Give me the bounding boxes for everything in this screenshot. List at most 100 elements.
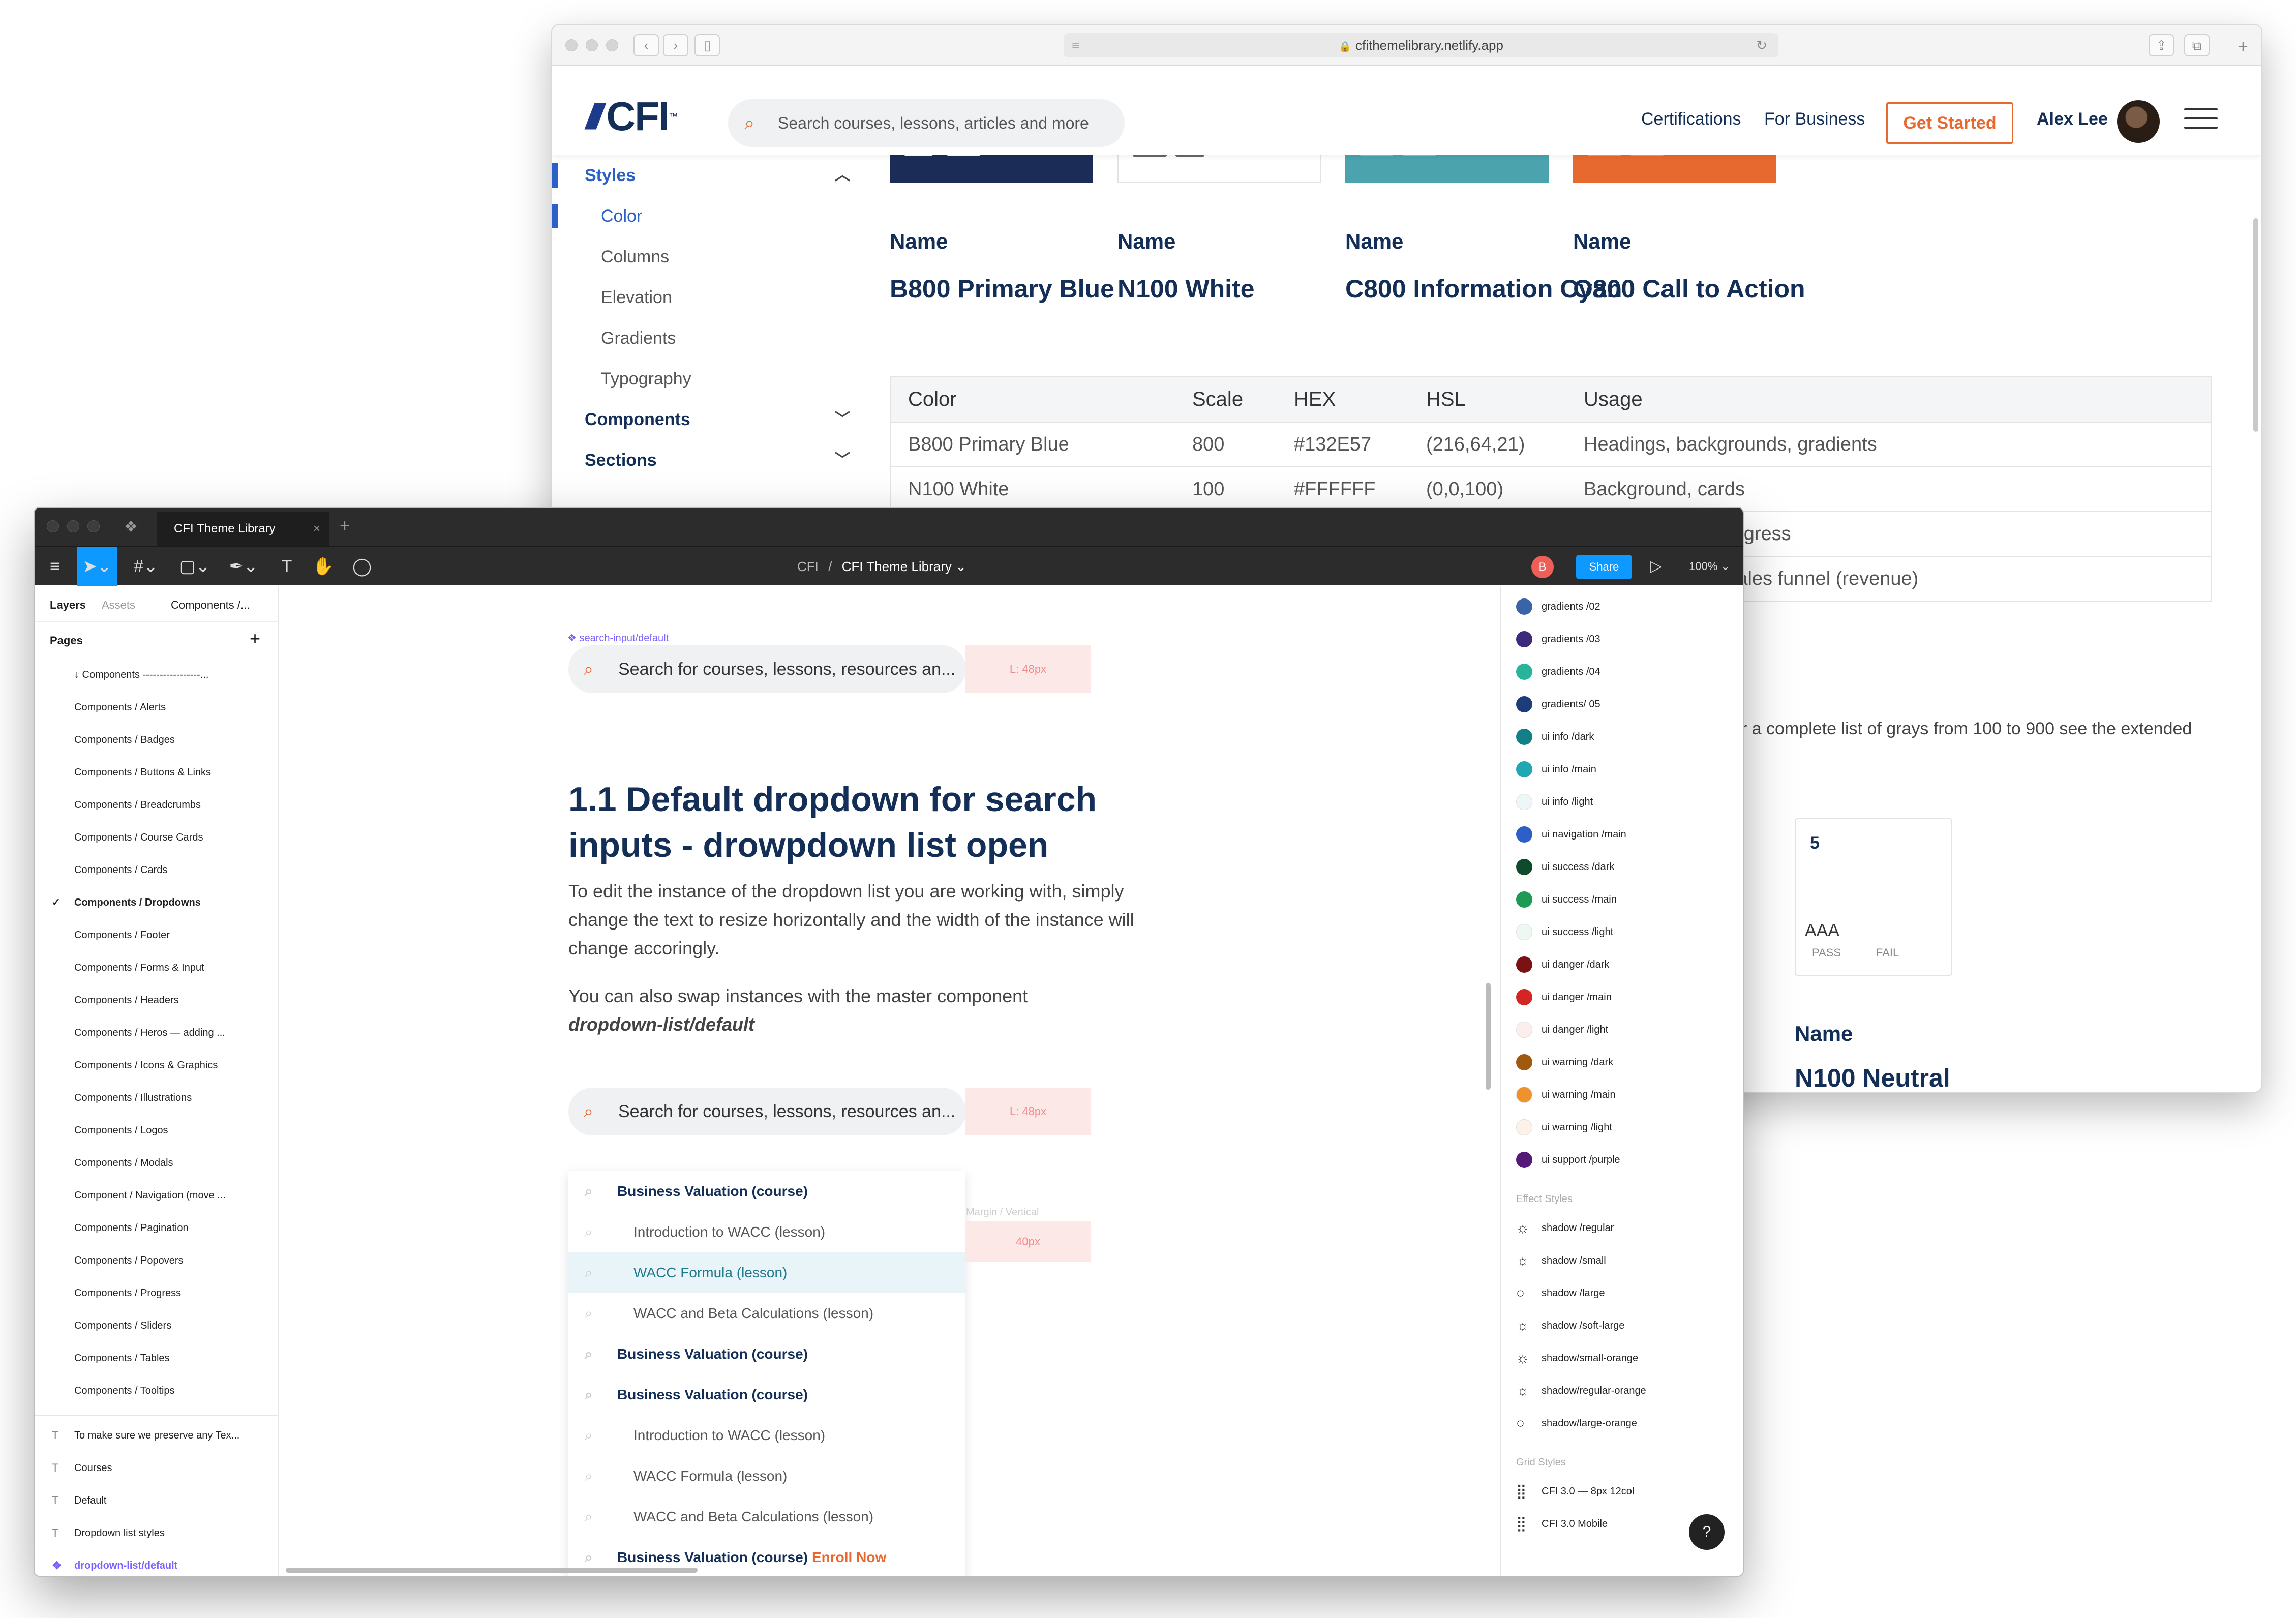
zoom-level-dropdown[interactable]: 100% ⌄ [1689, 547, 1730, 586]
close-window-button[interactable] [47, 520, 59, 532]
enroll-now-link[interactable]: Enroll Now [812, 1549, 886, 1565]
dropdown-item[interactable]: ⌕ WACC Formula (lesson) [568, 1252, 965, 1293]
dropdown-item[interactable]: ⌕ Introduction to WACC (lesson) [568, 1212, 965, 1252]
page-item[interactable]: Component / Navigation (move ... [35, 1179, 278, 1212]
dropdown-item[interactable]: ⌕ Introduction to WACC (lesson) [568, 1415, 965, 1456]
layer-item[interactable]: T To make sure we preserve any Tex... [35, 1419, 278, 1452]
close-tab-icon[interactable]: × [313, 512, 320, 546]
effect-style-item[interactable]: ☼ shadow /soft-large [1501, 1309, 1743, 1342]
page-item[interactable]: Components / Footer [35, 919, 278, 951]
page-item[interactable]: Components / Progress [35, 1277, 278, 1309]
page-item[interactable]: Components / Badges [35, 724, 278, 756]
close-window-button[interactable] [565, 39, 578, 51]
page-item[interactable]: Components / Pagination [35, 1212, 278, 1244]
color-style-item[interactable]: ui warning /dark [1501, 1046, 1743, 1078]
page-item[interactable]: ↓ Components -----------------... [35, 658, 278, 691]
page-item[interactable]: Components / Buttons & Links [35, 756, 278, 789]
cfi-logo[interactable]: /// CFI ™ [586, 93, 678, 140]
page-item[interactable]: Components / Logos [35, 1114, 278, 1147]
color-style-item[interactable]: ui success /dark [1501, 851, 1743, 883]
page-scrollbar[interactable] [2253, 218, 2258, 432]
effect-style-item[interactable]: ○ shadow/large-orange [1501, 1407, 1743, 1440]
zoom-window-button[interactable] [606, 39, 618, 51]
hand-tool-icon[interactable]: ✋ [309, 547, 338, 586]
page-item[interactable]: ✓ Components / Dropdowns [35, 886, 278, 919]
color-style-item[interactable]: gradients/ 05 [1501, 688, 1743, 721]
get-started-button[interactable]: Get Started [1886, 102, 2013, 144]
effect-style-item[interactable]: ☼ shadow /regular [1501, 1212, 1743, 1244]
sidebar-toggle-icon[interactable]: ▯ [694, 34, 720, 56]
sidebar-item-columns[interactable]: Columns [552, 236, 872, 277]
sidebar-item-elevation[interactable]: Elevation [552, 277, 872, 318]
site-search-input[interactable]: ⌕ Search courses, lessons, articles and … [728, 99, 1125, 147]
color-style-item[interactable]: ui danger /dark [1501, 948, 1743, 981]
tab-layers[interactable]: Layers [50, 598, 86, 612]
nav-certifications[interactable]: Certifications [1641, 109, 1741, 129]
page-item[interactable]: Components / Forms & Input [35, 951, 278, 984]
shape-tool-icon[interactable]: ▢⌄ [175, 547, 215, 586]
page-item[interactable]: Components / Heros — adding ... [35, 1016, 278, 1049]
dropdown-item[interactable]: ⌕ Business Valuation (course) [568, 1374, 965, 1415]
forward-button[interactable]: › [663, 34, 688, 56]
grid-style-item[interactable]: ⣿ CFI 3.0 — 8px 12col [1501, 1475, 1743, 1508]
hamburger-menu-icon[interactable] [2184, 108, 2218, 136]
zoom-window-button[interactable] [87, 520, 100, 532]
present-play-icon[interactable]: ▷ [1650, 547, 1662, 586]
file-name[interactable]: CFI Theme Library ⌄ [842, 559, 966, 574]
page-item[interactable]: Components / Cards [35, 854, 278, 886]
color-style-item[interactable]: ui info /main [1501, 753, 1743, 786]
avatar[interactable]: B [1531, 556, 1554, 578]
text-tool-icon[interactable]: T [273, 547, 301, 586]
color-style-item[interactable]: ui info /light [1501, 786, 1743, 818]
comment-tool-icon[interactable]: ◯ [348, 547, 376, 586]
color-style-item[interactable]: gradients /04 [1501, 655, 1743, 688]
effect-style-item[interactable]: ☼ shadow/small-orange [1501, 1342, 1743, 1374]
design-canvas[interactable]: ❖ search-input/default ⌕ Search for cour… [280, 586, 1499, 1576]
page-item[interactable]: Components / Headers [35, 984, 278, 1016]
minimize-window-button[interactable] [586, 39, 598, 51]
avatar[interactable] [2117, 100, 2160, 143]
layer-item[interactable]: T Default [35, 1484, 278, 1517]
color-style-item[interactable]: ui warning /main [1501, 1078, 1743, 1111]
vertical-scrollbar[interactable] [1486, 983, 1491, 1090]
back-button[interactable]: ‹ [633, 34, 659, 56]
user-name[interactable]: Alex Lee [2037, 109, 2108, 129]
page-item[interactable]: Components / Modals [35, 1147, 278, 1179]
color-style-item[interactable]: ui success /light [1501, 916, 1743, 948]
color-style-item[interactable]: ui danger /light [1501, 1013, 1743, 1046]
color-style-item[interactable]: ui support /purple [1501, 1144, 1743, 1176]
nav-for-business[interactable]: For Business [1764, 109, 1865, 129]
color-style-item[interactable]: ui warning /light [1501, 1111, 1743, 1144]
sidebar-item-components[interactable]: Components ﹀ [552, 399, 872, 440]
new-tab-icon[interactable]: + [2238, 37, 2248, 57]
frame-tool-icon[interactable]: #⌄ [126, 547, 166, 586]
help-button[interactable]: ? [1689, 1514, 1725, 1550]
page-item[interactable]: Components / Popovers [35, 1244, 278, 1277]
search-input[interactable]: ⌕ Search for courses, lessons, resources… [568, 1088, 966, 1135]
component-label[interactable]: ❖ search-input/default [567, 632, 669, 644]
page-item[interactable]: Components / Course Cards [35, 821, 278, 854]
layer-item[interactable]: T Courses [35, 1452, 278, 1484]
page-item[interactable]: Components / Icons & Graphics [35, 1049, 278, 1082]
page-item[interactable]: Components / Illustrations [35, 1082, 278, 1114]
page-item[interactable]: Components / Tooltips [35, 1374, 278, 1407]
file-breadcrumb[interactable]: CFI / CFI Theme Library ⌄ [797, 547, 966, 586]
search-input[interactable]: ⌕ Search for courses, lessons, resources… [568, 645, 966, 693]
add-page-icon[interactable]: + [250, 628, 260, 649]
color-style-item[interactable]: ui navigation /main [1501, 818, 1743, 851]
effect-style-item[interactable]: ○ shadow /large [1501, 1277, 1743, 1309]
color-style-item[interactable]: gradients /02 [1501, 590, 1743, 623]
file-tab[interactable]: CFI Theme Library × [157, 512, 329, 546]
figma-home-icon[interactable]: ❖ [124, 518, 138, 536]
share-button[interactable]: Share [1576, 555, 1632, 579]
move-tool-icon[interactable]: ➤⌄ [77, 547, 117, 586]
tabs-overview-icon[interactable]: ⧉ [2184, 34, 2210, 56]
team-name[interactable]: CFI [797, 559, 819, 574]
color-style-item[interactable]: ui info /dark [1501, 721, 1743, 753]
dropdown-item[interactable]: ⌕ Business Valuation (course) [568, 1171, 965, 1212]
page-item[interactable]: Components / Sliders [35, 1309, 278, 1342]
layer-item[interactable]: ❖ dropdown-list/default [35, 1549, 278, 1576]
effect-style-item[interactable]: ☼ shadow /small [1501, 1244, 1743, 1277]
color-style-item[interactable]: ui success /main [1501, 883, 1743, 916]
horizontal-scrollbar[interactable] [286, 1568, 698, 1573]
